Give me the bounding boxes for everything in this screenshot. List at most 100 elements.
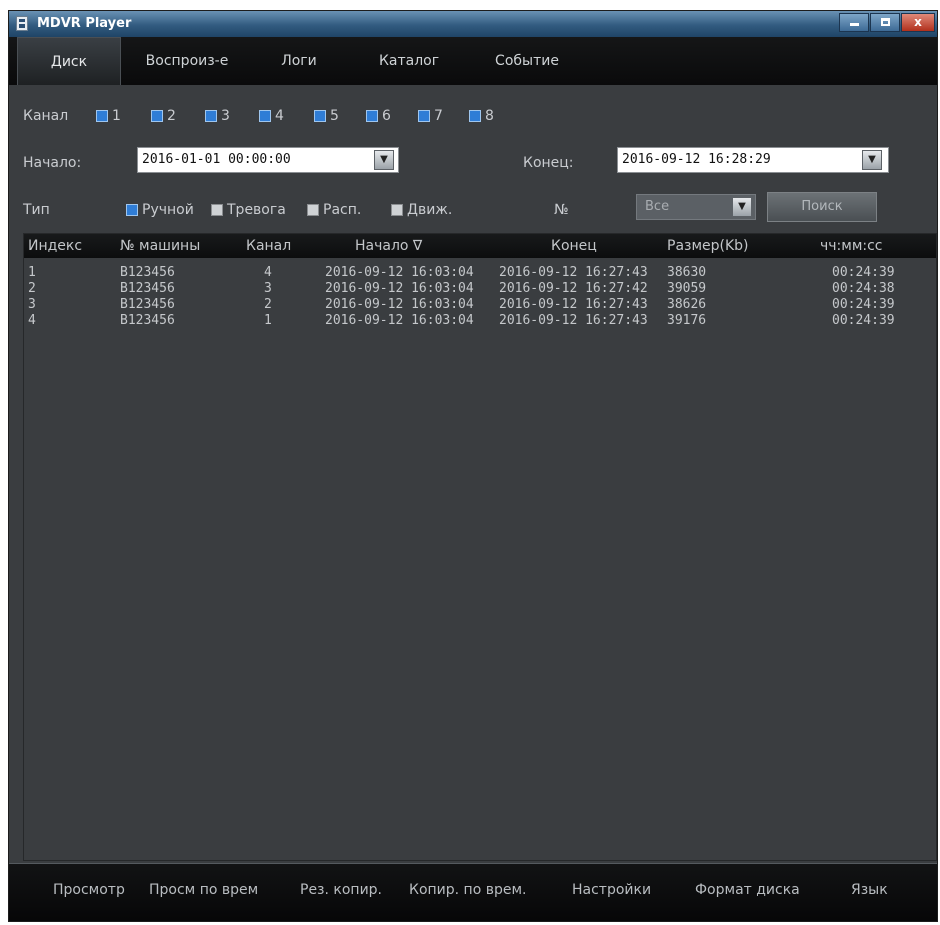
number-label: № [554, 202, 569, 218]
view-by-time-button[interactable]: Просм по врем [149, 882, 258, 898]
language-button[interactable]: Язык [851, 882, 888, 898]
channel-label-8: 8 [485, 108, 494, 124]
type-alarm-label: Тревога [227, 202, 286, 218]
channel-checkbox-6[interactable] [366, 110, 378, 122]
cell-duration: 00:24:38 [832, 281, 895, 296]
col-header-start[interactable]: Начало ∇ [355, 238, 422, 254]
cell-size: 38626 [667, 297, 707, 312]
close-icon: x [914, 15, 922, 29]
channel-checkbox-7[interactable] [418, 110, 430, 122]
tab-bar: Диск Воспроиз-е Логи Каталог Событие [9, 37, 937, 85]
channel-label-6: 6 [382, 108, 391, 124]
channel-label-7: 7 [434, 108, 443, 124]
channel-label-5: 5 [330, 108, 339, 124]
mdvr-player-window: MDVR Player x Диск Воспроиз-е Логи Катал… [8, 10, 938, 922]
table-header: Индекс № машины Канал Начало ∇ Конец Раз… [24, 234, 936, 258]
tab-catalog[interactable]: Каталог [349, 37, 469, 85]
tab-disk[interactable]: Диск [17, 37, 121, 85]
search-button[interactable]: Поиск [767, 192, 877, 222]
cell-end: 2016-09-12 16:27:42 [499, 281, 648, 296]
copy-by-time-button[interactable]: Копир. по врем. [409, 882, 526, 898]
col-header-vehicle[interactable]: № машины [120, 238, 200, 254]
backup-button[interactable]: Рез. копир. [300, 882, 382, 898]
cell-duration: 00:24:39 [832, 265, 895, 280]
cell-index: 4 [28, 313, 36, 328]
col-header-end[interactable]: Конец [551, 238, 597, 254]
table-row[interactable]: 1 B123456 4 2016-09-12 16:03:04 2016-09-… [24, 265, 936, 281]
number-select-value: Все [645, 199, 670, 214]
start-datetime-value: 2016-01-01 00:00:00 [142, 152, 291, 167]
type-schedule-label: Расп. [323, 202, 362, 218]
channel-checkbox-2[interactable] [151, 110, 163, 122]
cell-start: 2016-09-12 16:03:04 [325, 297, 474, 312]
cell-vehicle: B123456 [120, 265, 175, 280]
results-table: Индекс № машины Канал Начало ∇ Конец Раз… [23, 233, 937, 861]
table-row[interactable]: 3 B123456 2 2016-09-12 16:03:04 2016-09-… [24, 297, 936, 313]
channel-checkbox-3[interactable] [205, 110, 217, 122]
end-dropdown-button[interactable]: ▼ [862, 150, 882, 170]
cell-vehicle: B123456 [120, 313, 175, 328]
minimize-icon [849, 23, 859, 26]
channel-label-3: 3 [221, 108, 230, 124]
cell-channel: 4 [264, 265, 272, 280]
cell-end: 2016-09-12 16:27:43 [499, 265, 648, 280]
view-button[interactable]: Просмотр [53, 882, 125, 898]
bottom-action-bar: Просмотр Просм по врем Рез. копир. Копир… [9, 863, 937, 921]
col-header-size[interactable]: Размер(Kb) [667, 238, 749, 254]
tab-event[interactable]: Событие [477, 37, 577, 85]
channel-label: Канал [23, 108, 69, 124]
channel-label-2: 2 [167, 108, 176, 124]
cell-start: 2016-09-12 16:03:04 [325, 281, 474, 296]
cell-start: 2016-09-12 16:03:04 [325, 265, 474, 280]
cell-index: 1 [28, 265, 36, 280]
table-row[interactable]: 4 B123456 1 2016-09-12 16:03:04 2016-09-… [24, 313, 936, 329]
minimize-button[interactable] [839, 13, 869, 32]
channel-checkbox-5[interactable] [314, 110, 326, 122]
start-dropdown-button[interactable]: ▼ [374, 150, 394, 170]
start-label: Начало: [23, 155, 82, 171]
cell-start: 2016-09-12 16:03:04 [325, 313, 474, 328]
channel-checkbox-4[interactable] [259, 110, 271, 122]
cell-channel: 1 [264, 313, 272, 328]
cell-duration: 00:24:39 [832, 313, 895, 328]
end-label: Конец: [523, 155, 574, 171]
col-header-index[interactable]: Индекс [28, 238, 82, 254]
channel-checkbox-1[interactable] [96, 110, 108, 122]
cell-size: 39176 [667, 313, 707, 328]
window-title: MDVR Player [37, 16, 132, 31]
app-icon [16, 16, 28, 31]
channel-label-1: 1 [112, 108, 121, 124]
title-bar: MDVR Player x [9, 11, 937, 37]
cell-index: 2 [28, 281, 36, 296]
number-dropdown-button[interactable]: ▼ [732, 197, 752, 217]
tab-playback[interactable]: Воспроиз-е [127, 37, 247, 85]
channel-checkbox-8[interactable] [469, 110, 481, 122]
start-datetime-field[interactable]: 2016-01-01 00:00:00 [137, 147, 399, 173]
type-alarm-checkbox[interactable] [211, 204, 223, 216]
cell-end: 2016-09-12 16:27:43 [499, 313, 648, 328]
settings-button[interactable]: Настройки [572, 882, 651, 898]
chevron-down-icon: ▼ [868, 154, 876, 165]
close-button[interactable]: x [901, 13, 935, 32]
col-header-duration[interactable]: чч:мм:сс [820, 238, 883, 254]
end-datetime-value: 2016-09-12 16:28:29 [622, 152, 771, 167]
cell-end: 2016-09-12 16:27:43 [499, 297, 648, 312]
cell-channel: 2 [264, 297, 272, 312]
cell-size: 38630 [667, 265, 707, 280]
end-datetime-field[interactable]: 2016-09-12 16:28:29 [617, 147, 889, 173]
cell-size: 39059 [667, 281, 707, 296]
type-schedule-checkbox[interactable] [307, 204, 319, 216]
col-header-channel[interactable]: Канал [246, 238, 291, 254]
type-motion-label: Движ. [407, 202, 453, 218]
tab-logs[interactable]: Логи [259, 37, 339, 85]
maximize-icon [880, 18, 890, 26]
cell-vehicle: B123456 [120, 297, 175, 312]
cell-vehicle: B123456 [120, 281, 175, 296]
table-row[interactable]: 2 B123456 3 2016-09-12 16:03:04 2016-09-… [24, 281, 936, 297]
format-disk-button[interactable]: Формат диска [695, 882, 800, 898]
type-label: Тип [23, 202, 50, 218]
cell-index: 3 [28, 297, 36, 312]
type-motion-checkbox[interactable] [391, 204, 403, 216]
maximize-button[interactable] [870, 13, 900, 32]
type-manual-checkbox[interactable] [126, 204, 138, 216]
